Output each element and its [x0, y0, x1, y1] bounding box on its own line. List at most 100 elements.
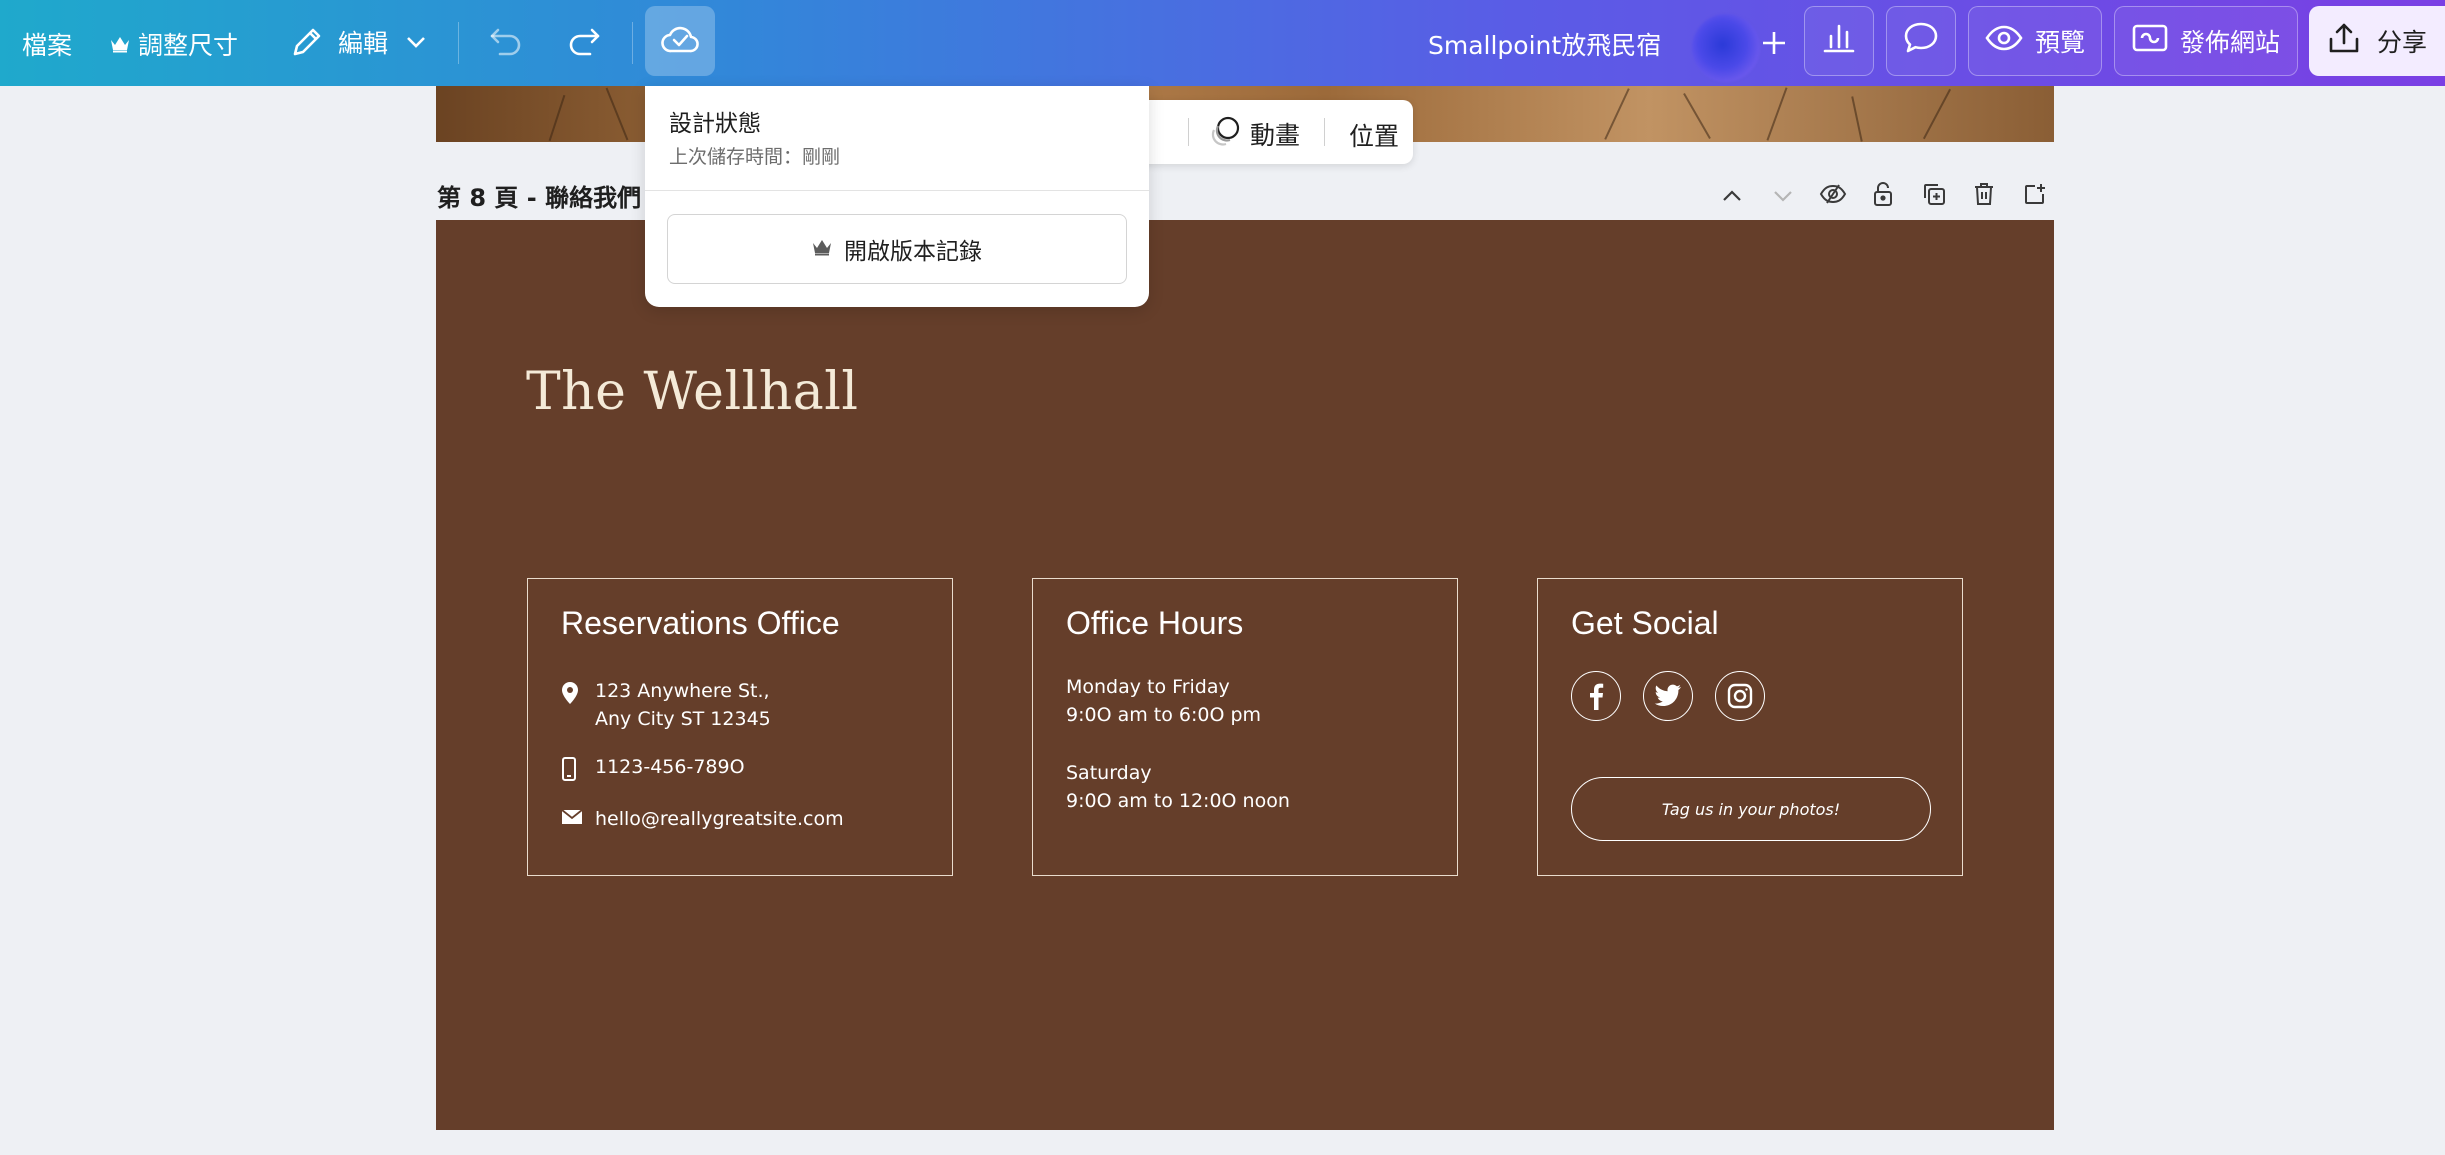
page-title-text: 第 8 頁 - 聯絡我們 — [437, 184, 642, 212]
bar-chart-icon — [1822, 22, 1856, 60]
address-row: 123 Anywhere St., Any City ST 12345 — [561, 677, 771, 733]
email-row: hello@reallygreatsite.com — [561, 805, 844, 833]
file-menu[interactable]: 檔案 — [22, 26, 72, 62]
reed-decoration — [1922, 88, 1952, 140]
address-text: 123 Anywhere St., Any City ST 12345 — [595, 677, 771, 733]
toolbar-divider — [632, 22, 633, 64]
social-card[interactable]: Get Social Tag us in your photos! — [1537, 578, 1963, 876]
office-hours-card[interactable]: Office Hours Monday to Friday 9:0O am to… — [1032, 578, 1458, 876]
reservations-title: Reservations Office — [561, 605, 840, 641]
reed-decoration — [548, 94, 566, 142]
position-button[interactable]: 位置 — [1349, 117, 1399, 153]
design-status-button[interactable] — [645, 6, 715, 76]
top-toolbar: 檔案 調整尺寸 編輯 Smallpoint放飛民宿 預覽 發佈網站 分享 — [0, 0, 2445, 86]
move-page-up-button[interactable] — [1714, 178, 1750, 214]
email-text: hello@reallygreatsite.com — [595, 808, 844, 830]
chevron-down-icon — [406, 36, 426, 48]
publish-website-label: 發佈網站 — [2179, 28, 2280, 57]
delete-page-button[interactable] — [1966, 178, 2002, 214]
reed-decoration — [1851, 96, 1863, 142]
weekday-hours: Monday to Friday 9:0O am to 6:0O pm — [1066, 673, 1261, 729]
cloud-check-icon — [660, 23, 700, 59]
file-menu-label: 檔案 — [22, 31, 73, 60]
crown-icon — [812, 236, 832, 262]
phone-icon — [561, 753, 595, 781]
preview-button[interactable]: 預覽 — [1968, 6, 2102, 76]
project-title[interactable]: Smallpoint放飛民宿 — [1428, 26, 1661, 62]
resize-button-label: 調整尺寸 — [138, 31, 239, 60]
facebook-icon[interactable] — [1571, 671, 1621, 721]
toolbar-divider — [458, 22, 459, 64]
design-page-canvas[interactable]: The Wellhall Reservations Office 123 Any… — [436, 220, 2054, 1130]
collaborator-avatar[interactable] — [1692, 14, 1760, 82]
eye-slash-icon — [1819, 183, 1847, 209]
saturday-time: 9:0O am to 12:0O noon — [1066, 790, 1290, 812]
preview-button-label: 預覽 — [2034, 28, 2085, 57]
insights-button[interactable] — [1804, 6, 1874, 76]
reservations-card[interactable]: Reservations Office 123 Anywhere St., An… — [527, 578, 953, 876]
edit-menu-label: 編輯 — [338, 29, 389, 58]
reed-decoration — [1604, 88, 1630, 140]
office-hours-title: Office Hours — [1066, 605, 1244, 641]
trash-icon — [1973, 182, 1995, 210]
animate-label: 動畫 — [1250, 121, 1301, 150]
element-floating-toolbar: 動畫 位置 — [1107, 100, 1413, 164]
edit-menu[interactable]: 編輯 — [290, 24, 426, 60]
instagram-icon[interactable] — [1715, 671, 1765, 721]
plus-icon — [1760, 21, 1788, 67]
location-pin-icon — [561, 677, 595, 705]
last-saved-text: 上次儲存時間：剛剛 — [669, 146, 841, 168]
design-status-popover: 設計狀態 上次儲存時間：剛剛 開啟版本記錄 — [645, 86, 1149, 307]
open-version-history-button[interactable]: 開啟版本記錄 — [667, 214, 1127, 284]
phone-text: 1123-456-789O — [595, 756, 745, 778]
undo-icon — [488, 24, 524, 58]
upload-icon — [2327, 21, 2361, 61]
version-history-label: 開啟版本記錄 — [844, 239, 982, 265]
redo-button[interactable] — [566, 24, 602, 58]
reed-decoration — [1766, 87, 1788, 141]
weekday-label: Monday to Friday — [1066, 676, 1230, 698]
move-page-down-button[interactable] — [1765, 178, 1801, 214]
popover-divider — [645, 190, 1149, 191]
hide-page-button[interactable] — [1815, 178, 1851, 214]
weekday-time: 9:0O am to 6:0O pm — [1066, 704, 1262, 726]
saturday-label: Saturday — [1066, 762, 1152, 784]
brand-name[interactable]: The Wellhall — [526, 362, 858, 422]
twitter-icon[interactable] — [1643, 671, 1693, 721]
phone-row: 1123-456-789O — [561, 753, 745, 781]
reed-decoration — [1683, 92, 1711, 140]
add-page-icon — [2023, 182, 2047, 210]
envelope-icon — [561, 805, 595, 825]
animate-icon — [1208, 114, 1242, 154]
pencil-icon — [290, 25, 324, 59]
animate-button[interactable]: 動畫 — [1208, 114, 1300, 154]
share-button-label: 分享 — [2376, 28, 2427, 57]
add-collaborator-button[interactable] — [1752, 22, 1796, 66]
eye-icon — [1985, 25, 2023, 57]
page-title[interactable]: 第 8 頁 - 聯絡我們 — [437, 178, 641, 213]
duplicate-icon — [1922, 182, 1946, 210]
address-line-1: 123 Anywhere St., — [595, 680, 770, 702]
tag-photos-button[interactable]: Tag us in your photos! — [1571, 777, 1931, 841]
popover-title: 設計狀態 — [669, 111, 761, 137]
project-title-text: Smallpoint放飛民宿 — [1428, 31, 1662, 60]
duplicate-page-button[interactable] — [1916, 178, 1952, 214]
comments-button[interactable] — [1886, 6, 1956, 76]
website-icon — [2132, 23, 2168, 59]
resize-button[interactable]: 調整尺寸 — [110, 26, 238, 62]
social-title: Get Social — [1571, 605, 1719, 641]
toolbar-divider — [1188, 118, 1189, 146]
undo-button[interactable] — [488, 24, 524, 58]
publish-website-button[interactable]: 發佈網站 — [2114, 6, 2298, 76]
lock-icon — [1872, 181, 1894, 211]
social-icons — [1571, 671, 1765, 721]
toolbar-divider — [1324, 118, 1325, 146]
add-page-button[interactable] — [2017, 178, 2053, 214]
redo-icon — [566, 24, 602, 58]
position-label: 位置 — [1349, 122, 1400, 151]
address-line-2: Any City ST 12345 — [595, 708, 771, 730]
comment-icon — [1903, 21, 1939, 61]
lock-page-button[interactable] — [1865, 178, 1901, 214]
share-button[interactable]: 分享 — [2309, 6, 2445, 76]
chevron-up-icon — [1722, 187, 1742, 206]
